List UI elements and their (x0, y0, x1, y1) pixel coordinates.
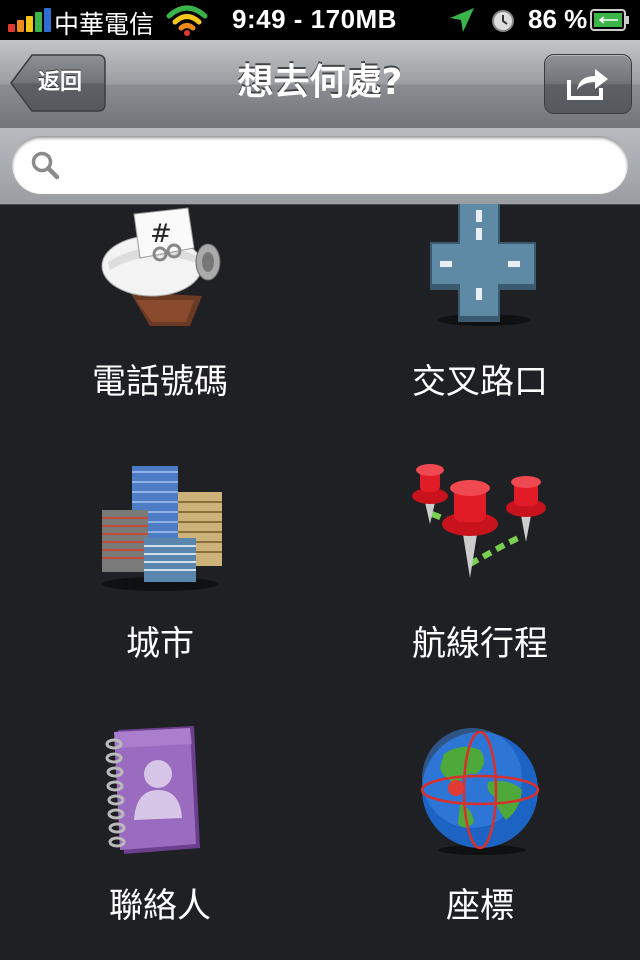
intersection-icon (410, 204, 550, 344)
menu-item-label: 城市 (126, 624, 194, 664)
menu-item-label: 座標 (446, 886, 514, 926)
time-memory-readout: 9:49 - 170MB (232, 4, 397, 34)
menu-item-label: 電話號碼 (92, 362, 228, 402)
menu-item-label: 航線行程 (412, 624, 548, 664)
location-arrow-icon (450, 8, 474, 32)
navigation-bar: 返回 想去何處? (0, 40, 640, 129)
share-arrow-icon (567, 69, 608, 100)
menu-item-contacts[interactable]: 聯絡人 (0, 724, 320, 960)
menu-item-city[interactable]: 城市 (0, 462, 320, 692)
menu-item-label: 交叉路口 (412, 362, 548, 402)
menu-item-route[interactable]: 航線行程 (320, 462, 640, 692)
search-icon (31, 151, 60, 180)
carrier-name: 中華電信 (54, 10, 155, 39)
menu-item-intersection[interactable]: 交叉路口 (320, 204, 640, 434)
back-button[interactable]: 返回 (10, 54, 106, 112)
address-book-icon (90, 724, 230, 864)
rolodex-icon: # (90, 204, 230, 344)
city-buildings-icon (90, 462, 230, 602)
menu-item-coordinates[interactable]: 座標 (320, 724, 640, 960)
menu-item-phone-number[interactable]: # 電話號碼 (0, 204, 320, 434)
search-bar (0, 128, 640, 205)
search-field[interactable] (12, 136, 628, 194)
menu-item-label: 聯絡人 (109, 886, 211, 926)
status-bar: 中華電信 9:49 - 170MB 86 % (0, 0, 640, 40)
search-input[interactable] (74, 146, 618, 186)
svg-text:#: # (150, 219, 172, 249)
alarm-clock-icon (492, 10, 514, 32)
share-button[interactable] (544, 54, 632, 114)
globe-coordinates-icon (410, 724, 550, 864)
signal-bars-icon (8, 8, 52, 32)
battery-icon (590, 9, 629, 31)
page-title: 想去何處? (237, 62, 403, 103)
back-button-label: 返回 (38, 70, 83, 95)
battery-percent: 86 % (528, 4, 588, 34)
wifi-icon (166, 5, 208, 36)
route-pins-icon (406, 462, 554, 602)
